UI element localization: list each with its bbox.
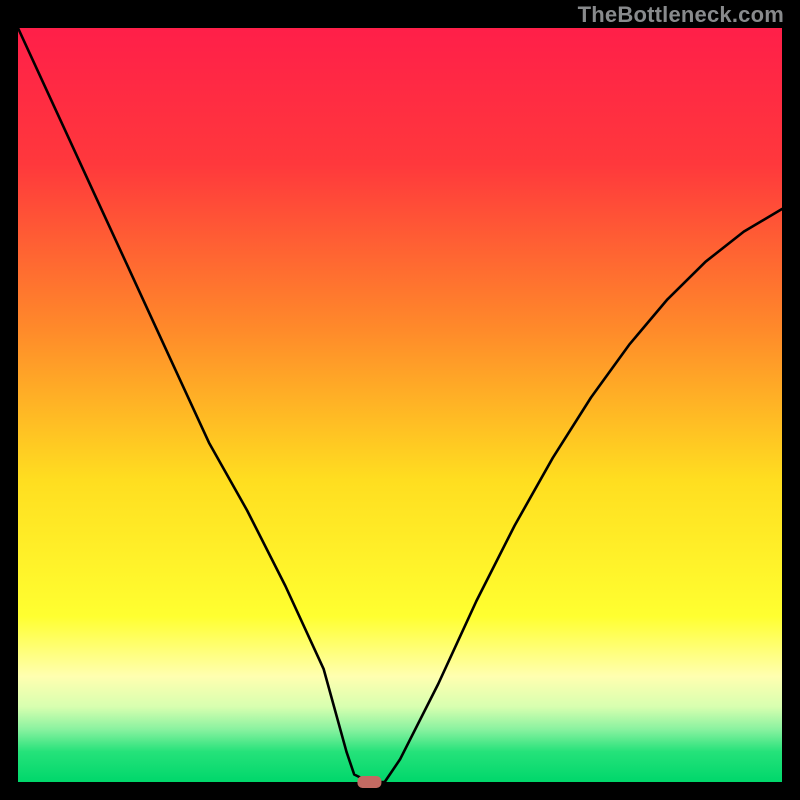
watermark-text: TheBottleneck.com xyxy=(578,2,784,28)
optimum-marker xyxy=(357,776,381,788)
chart-frame: TheBottleneck.com xyxy=(0,0,800,800)
bottleneck-chart xyxy=(0,0,800,800)
plot-background xyxy=(18,28,782,782)
